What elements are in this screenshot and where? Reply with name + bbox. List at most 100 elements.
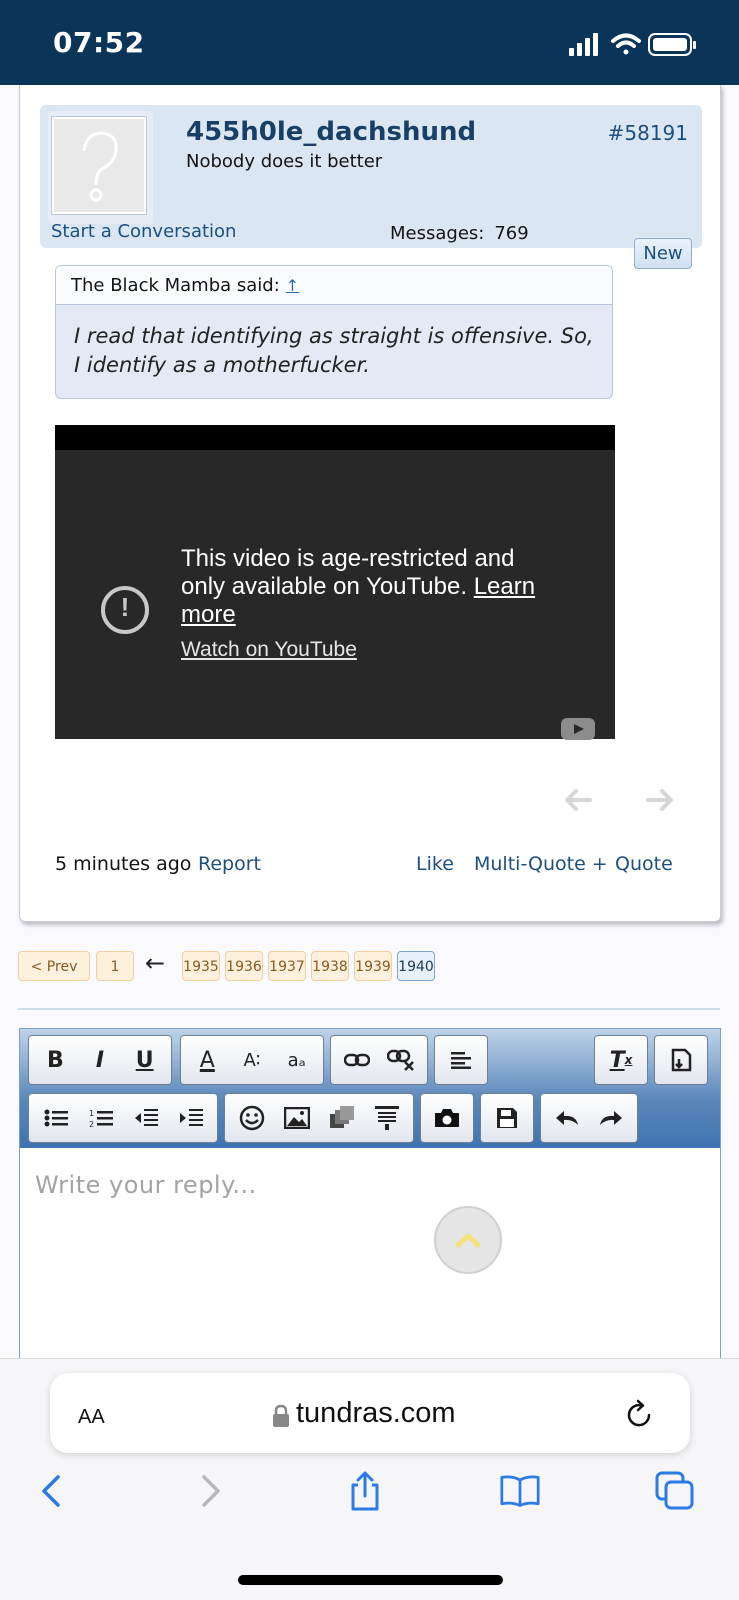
signal-icon xyxy=(569,33,598,56)
chevron-up-icon xyxy=(455,1233,481,1248)
list-group: 12 xyxy=(28,1093,218,1143)
remove-format-icon[interactable]: Tx xyxy=(601,1040,641,1080)
reader-settings-button[interactable]: AA xyxy=(78,1399,105,1430)
address-bar[interactable]: AA tundras.com xyxy=(50,1373,690,1453)
editor-toolbar: B I U A A∶ aₐ Tx 1 2 xyxy=(20,1029,720,1148)
quote-link[interactable]: Quote xyxy=(615,853,673,875)
avatar-container xyxy=(48,111,153,224)
alert-icon: ! xyxy=(101,586,149,634)
numbered-list-icon[interactable]: 12 xyxy=(81,1098,121,1138)
page-button[interactable]: 1937 xyxy=(268,951,306,981)
quote-block: The Black Mamba said: ↑ I read that ident… xyxy=(55,265,613,399)
new-badge: New xyxy=(634,238,692,269)
underline-button[interactable]: U xyxy=(125,1040,165,1080)
home-indicator xyxy=(238,1575,503,1585)
start-conversation-link[interactable]: Start a Conversation xyxy=(51,221,236,242)
status-icons xyxy=(569,33,696,56)
italic-button[interactable]: I xyxy=(80,1040,120,1080)
font-group: A A∶ aₐ xyxy=(180,1035,324,1085)
youtube-logo-icon[interactable] xyxy=(561,718,595,740)
prev-arrow-icon[interactable] xyxy=(565,789,592,811)
current-page-button[interactable]: 1940 xyxy=(397,951,435,981)
quote-author-label: The Black Mamba said: xyxy=(71,275,280,296)
url-text: tundras.com xyxy=(296,1397,456,1429)
wifi-icon xyxy=(611,33,641,55)
status-time: 07:52 xyxy=(53,26,145,59)
status-bar: 07:52 xyxy=(0,0,739,85)
font-case-button[interactable]: aₐ xyxy=(277,1040,317,1080)
insert-group xyxy=(224,1093,414,1143)
video-message: This video is age-restricted and only av… xyxy=(181,545,561,629)
back-icon[interactable] xyxy=(32,1471,72,1511)
video-restriction-text: This video is age-restricted and only av… xyxy=(181,545,515,600)
bookmarks-icon[interactable] xyxy=(500,1471,540,1511)
svg-text:1: 1 xyxy=(89,1109,94,1118)
reload-icon[interactable] xyxy=(623,1399,655,1431)
quote-text: I read that identifying as straight is o… xyxy=(74,324,594,377)
user-title: Nobody does it better xyxy=(186,151,383,172)
report-link[interactable]: Report xyxy=(198,853,261,875)
media-icon[interactable] xyxy=(322,1098,362,1138)
bold-button[interactable]: B xyxy=(35,1040,75,1080)
text-style-group: B I U xyxy=(28,1035,172,1085)
page-button[interactable]: 1936 xyxy=(225,951,263,981)
scroll-to-top-button[interactable] xyxy=(434,1206,502,1274)
multi-quote-link[interactable]: Multi-Quote + xyxy=(474,853,608,875)
quote-jump-link[interactable]: ↑ xyxy=(286,276,299,295)
post-card: 455h0le_dachshund Nobody does it better … xyxy=(19,85,721,922)
default-avatar-icon xyxy=(82,131,118,202)
redo-icon[interactable] xyxy=(591,1098,631,1138)
browser-toolbar: AA tundras.com xyxy=(0,1358,739,1600)
share-icon[interactable] xyxy=(345,1471,385,1511)
lock-icon xyxy=(273,1404,289,1427)
battery-icon xyxy=(648,33,696,56)
user-header: 455h0le_dachshund Nobody does it better … xyxy=(40,105,702,248)
history-group xyxy=(540,1093,638,1143)
watch-on-youtube-link[interactable]: Watch on YouTube xyxy=(181,638,357,662)
page-jump-arrow[interactable]: ← xyxy=(145,949,165,977)
messages-label: Messages: xyxy=(390,223,485,244)
bullet-list-icon[interactable] xyxy=(36,1098,76,1138)
quote-header: The Black Mamba said: ↑ xyxy=(56,266,612,305)
post-time[interactable]: 5 minutes ago xyxy=(55,853,191,875)
next-arrow-icon[interactable] xyxy=(646,789,673,811)
avatar[interactable] xyxy=(52,117,146,214)
post-number-link[interactable]: #58191 xyxy=(608,121,688,145)
save-icon[interactable] xyxy=(487,1098,527,1138)
messages-value: 769 xyxy=(494,223,529,244)
quote-author: The Black Mamba said: ↑ xyxy=(71,275,299,296)
align-group xyxy=(434,1035,488,1085)
page-button[interactable]: 1938 xyxy=(311,951,349,981)
outdent-icon[interactable] xyxy=(126,1098,166,1138)
save-group xyxy=(480,1093,534,1143)
video-embed[interactable]: ! This video is age-restricted and only … xyxy=(55,425,615,740)
image-icon[interactable] xyxy=(277,1098,317,1138)
video-top-bar xyxy=(55,425,615,450)
smiley-icon[interactable] xyxy=(232,1098,272,1138)
camera-group xyxy=(420,1093,474,1143)
font-color-button[interactable]: A xyxy=(187,1040,227,1080)
username[interactable]: 455h0le_dachshund xyxy=(186,117,476,147)
font-size-button[interactable]: A∶ xyxy=(232,1040,272,1080)
svg-text:2: 2 xyxy=(89,1120,94,1128)
tabs-icon[interactable] xyxy=(655,1471,695,1511)
page-button[interactable]: 1939 xyxy=(354,951,392,981)
post-nav-arrows xyxy=(565,789,673,811)
page-1-button[interactable]: 1 xyxy=(96,951,134,981)
camera-icon[interactable] xyxy=(427,1098,467,1138)
link-icon[interactable] xyxy=(337,1040,377,1080)
page-button[interactable]: 1935 xyxy=(182,951,220,981)
reply-editor: B I U A A∶ aₐ Tx 1 2 Write your reply... xyxy=(19,1028,721,1360)
forward-icon[interactable] xyxy=(190,1471,230,1511)
paste-icon[interactable] xyxy=(661,1040,701,1080)
prev-page-button[interactable]: < Prev xyxy=(18,951,90,981)
indent-icon[interactable] xyxy=(171,1098,211,1138)
unlink-icon[interactable] xyxy=(381,1040,421,1080)
undo-icon[interactable] xyxy=(547,1098,587,1138)
aa-label: AA xyxy=(78,1406,105,1428)
like-link[interactable]: Like xyxy=(416,853,454,875)
save-draft-group xyxy=(654,1035,708,1085)
insert-block-icon[interactable] xyxy=(367,1098,407,1138)
align-left-icon[interactable] xyxy=(441,1040,481,1080)
clear-format-group: Tx xyxy=(594,1035,648,1085)
